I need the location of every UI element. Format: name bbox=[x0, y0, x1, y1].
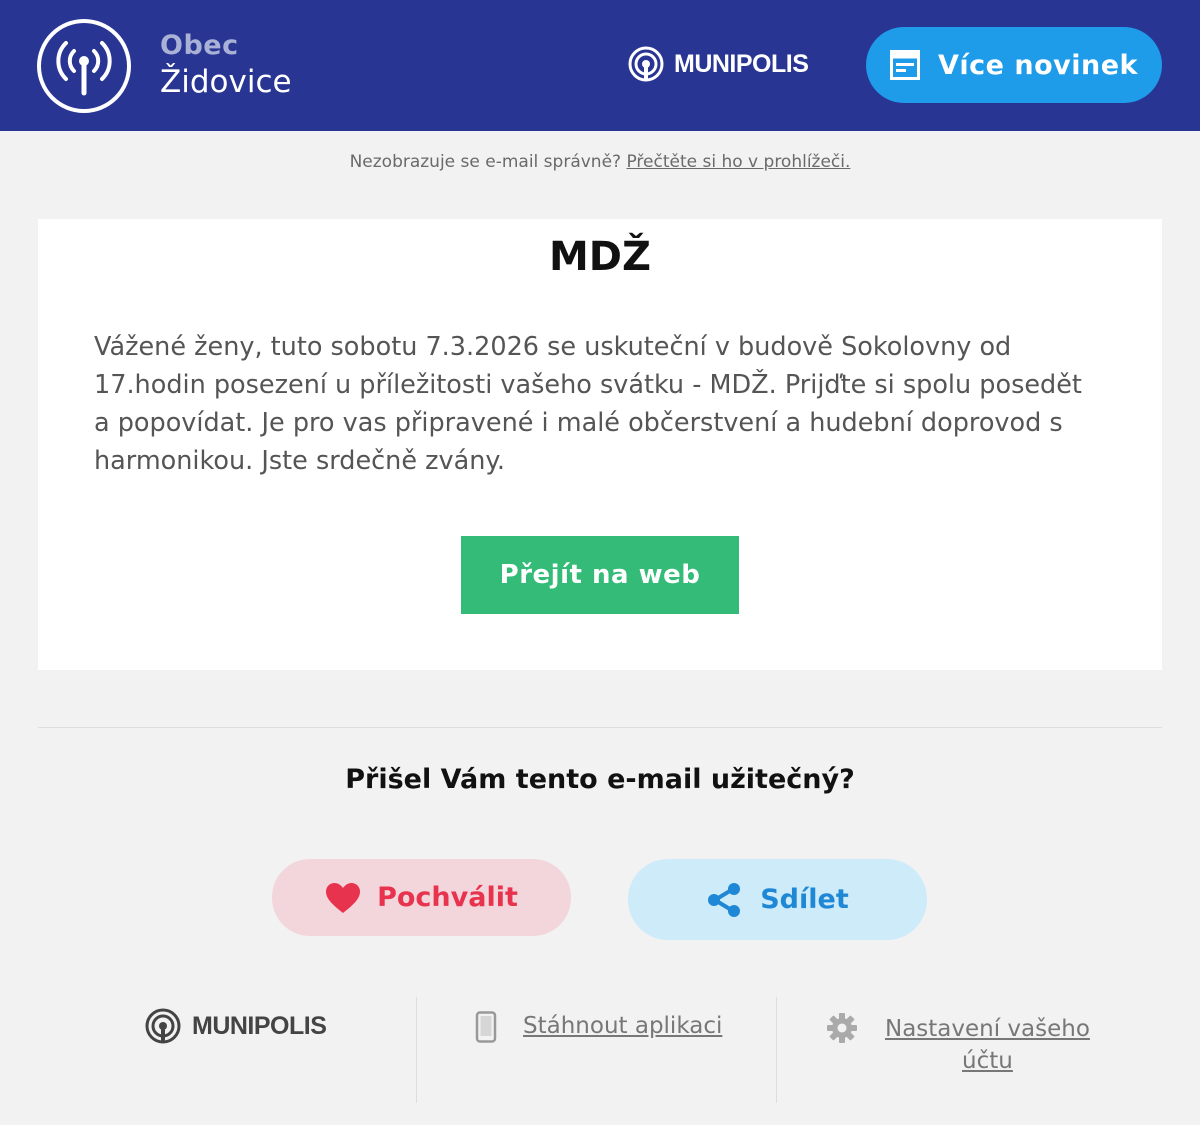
munipolis-footer-logo[interactable]: MUNIPOLIS bbox=[144, 1007, 327, 1045]
praise-button[interactable]: Pochválit bbox=[272, 859, 571, 936]
town-prefix: Obec bbox=[160, 30, 239, 61]
share-button[interactable]: Sdílet bbox=[628, 859, 927, 940]
preheader: Nezobrazuje se e-mail správně? Přečtěte … bbox=[0, 152, 1200, 172]
download-app-link[interactable]: Stáhnout aplikaci bbox=[523, 1013, 722, 1039]
heart-icon bbox=[326, 882, 361, 913]
article-title: MDŽ bbox=[548, 234, 651, 280]
munipolis-header-logo[interactable]: MUNIPOLIS bbox=[627, 45, 809, 83]
more-news-button[interactable]: Více novinek bbox=[866, 27, 1162, 103]
newspaper-icon bbox=[890, 50, 920, 80]
more-news-label: Více novinek bbox=[938, 49, 1138, 81]
munipolis-wordmark: MUNIPOLIS bbox=[674, 49, 809, 78]
footer-separator bbox=[776, 997, 777, 1103]
preheader-text: Nezobrazuje se e-mail správně? bbox=[349, 152, 622, 172]
town-name: Židovice bbox=[160, 64, 292, 100]
view-in-browser-link[interactable]: Přečtěte si ho v prohlížeči. bbox=[626, 152, 850, 172]
article-body: Vážené ženy, tuto sobotu 7.3.2026 se usk… bbox=[94, 332, 1082, 476]
praise-label: Pochválit bbox=[377, 882, 518, 913]
share-label: Sdílet bbox=[760, 884, 849, 915]
footer-separator bbox=[416, 997, 417, 1103]
account-settings-label-line1: Nastavení vašeho bbox=[885, 1016, 1090, 1042]
munipolis-wordmark: MUNIPOLIS bbox=[192, 1011, 327, 1040]
email-header: Obec Židovice MUNIPOLIS Více novinek bbox=[0, 0, 1200, 131]
munipolis-logo-icon bbox=[145, 1008, 181, 1044]
account-settings-label-line2: účtu bbox=[962, 1048, 1013, 1074]
gear-icon bbox=[827, 1013, 857, 1043]
share-icon bbox=[708, 882, 741, 917]
account-settings-link[interactable]: Nastavení vašeho účtu bbox=[885, 1013, 1090, 1077]
broadcast-tower-icon bbox=[37, 19, 131, 113]
divider bbox=[38, 727, 1162, 728]
feedback-question: Přišel Vám tento e-mail užitečný? bbox=[345, 764, 855, 795]
phone-icon bbox=[475, 1011, 497, 1043]
munipolis-logo-icon bbox=[628, 46, 664, 82]
go-to-web-button[interactable]: Přejít na web bbox=[461, 536, 739, 614]
